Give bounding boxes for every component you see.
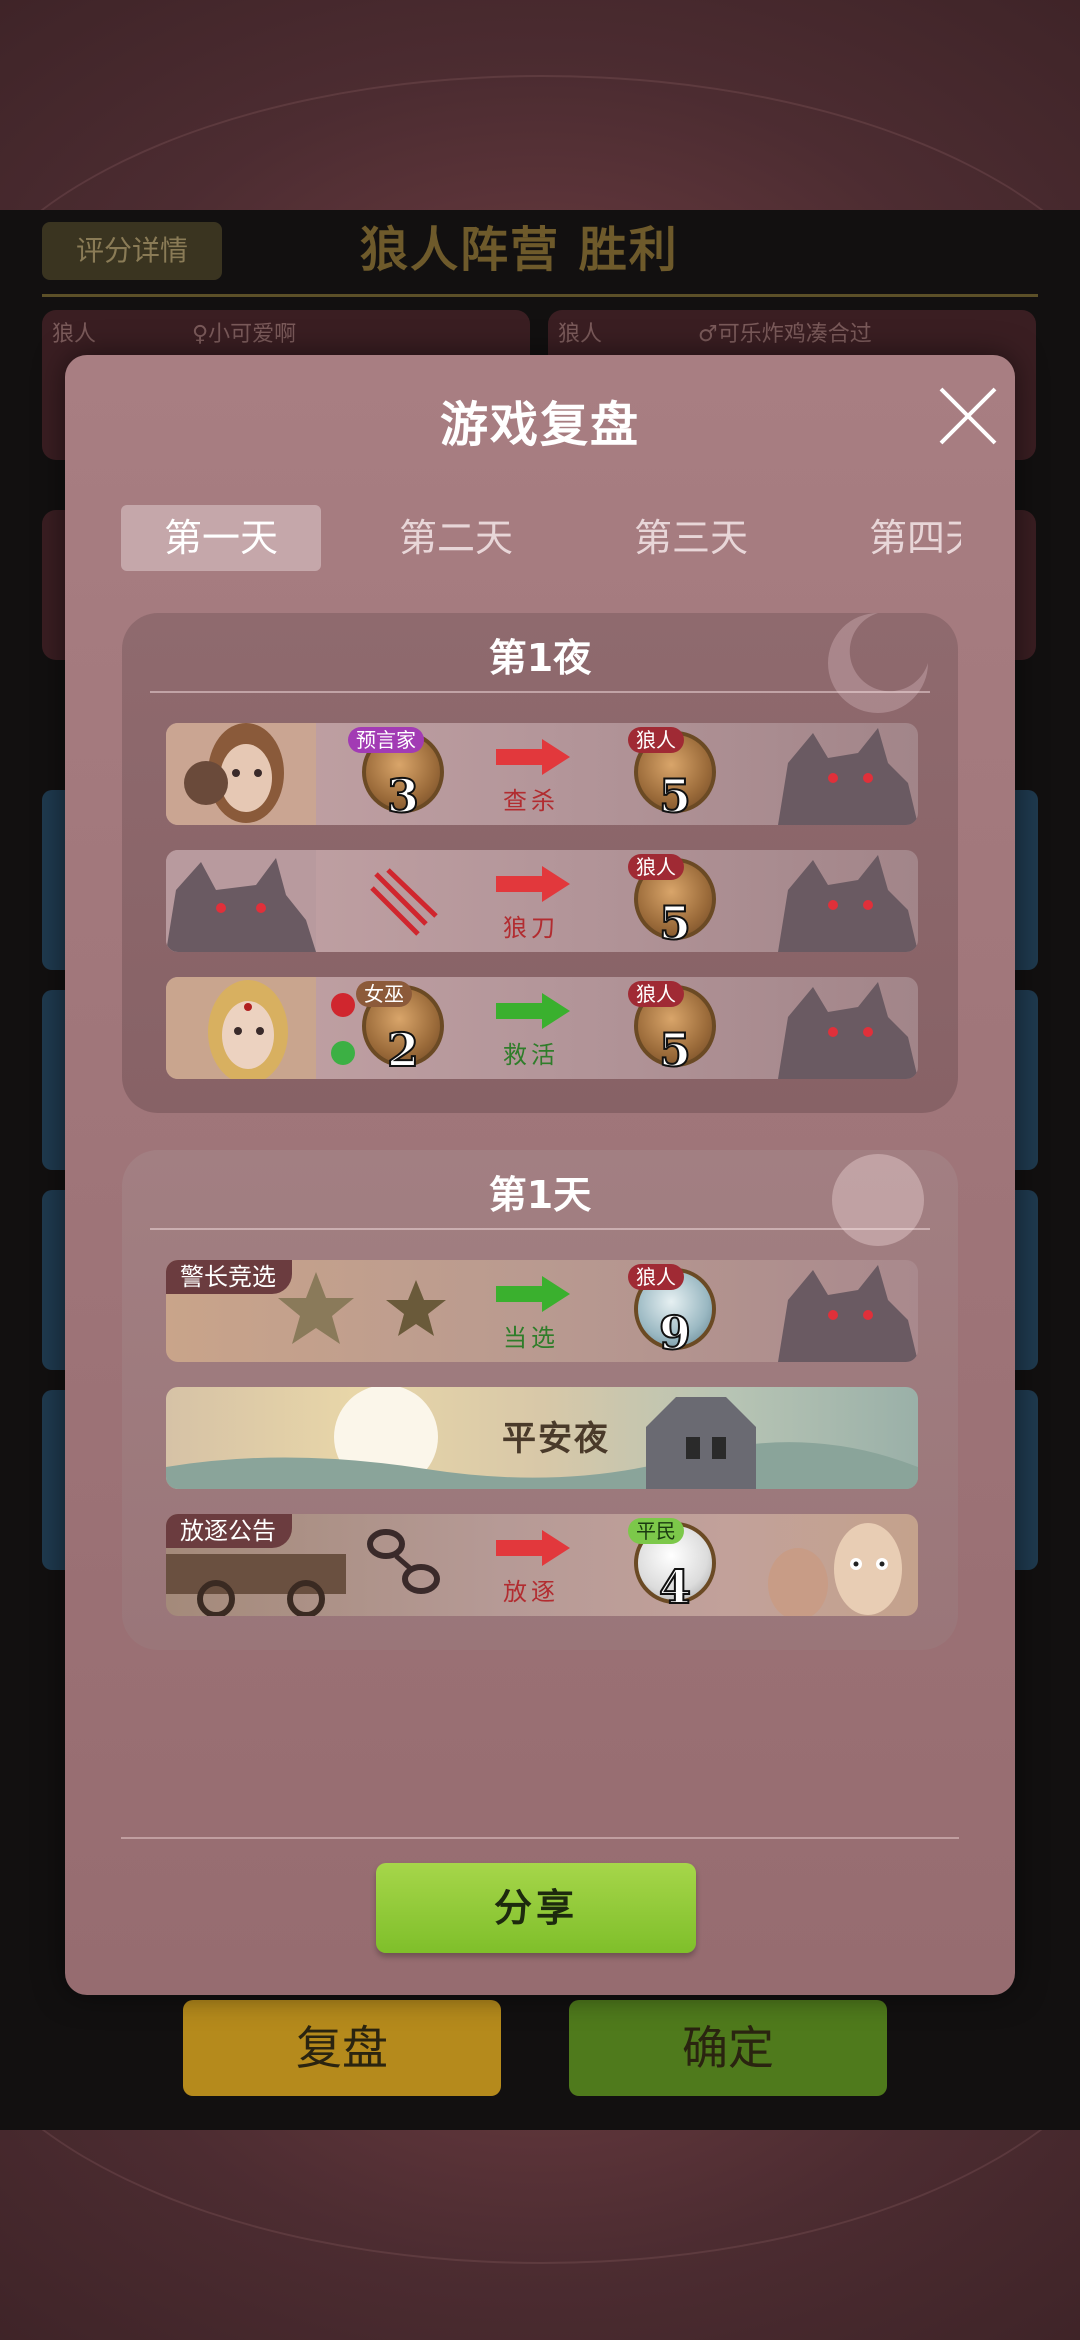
player-number: 4 <box>658 1559 692 1615</box>
role-badge: 狼人 <box>628 981 684 1007</box>
arrow-right-icon <box>496 1276 570 1312</box>
role-tag: 狼人 <box>558 322 603 347</box>
player-number: 5 <box>658 1022 692 1078</box>
arrow-right-icon <box>496 1530 570 1566</box>
arrow-right-icon <box>496 993 570 1029</box>
role-badge: 狼人 <box>628 854 684 880</box>
werewolf-portrait-icon <box>778 982 918 1079</box>
villager-portrait-icon <box>768 1523 902 1616</box>
bottom-backdrop <box>0 2130 1080 2340</box>
review-button[interactable]: 复盘 <box>183 2000 501 2096</box>
divider <box>42 294 1038 297</box>
action-label: 放逐 <box>503 1578 559 1606</box>
claw-scratch-icon <box>370 868 438 936</box>
top-backdrop <box>0 0 1080 679</box>
potion-icon <box>331 993 355 1065</box>
arrow-right-icon <box>496 739 570 775</box>
werewolf-portrait-icon <box>166 850 316 952</box>
player-name: ♀小可爱啊 <box>192 322 297 347</box>
tab-day-1[interactable]: 第一天 <box>121 505 321 571</box>
event-tag: 警长竞选 <box>166 1260 292 1294</box>
modal-title: 游戏复盘 <box>439 397 640 453</box>
role-badge: 狼人 <box>628 727 684 753</box>
event-row-wolf-kill: 狼刀 5 狼人 <box>166 850 918 952</box>
action-label: 救活 <box>503 1041 559 1069</box>
werewolf-portrait-icon <box>778 728 918 825</box>
player-name: ♂可乐炸鸡凑合过 <box>698 322 872 347</box>
event-row-witch-save: 2 女巫 救活 5 狼人 <box>166 977 918 1079</box>
event-row-seer-check: 3 预言家 查杀 5 狼人 <box>166 723 918 825</box>
night-section: 第1夜 3 预言家 查杀 5 狼人 狼刀 5 狼人 2 女巫 救活 5 狼人 <box>122 613 958 1113</box>
arrow-right-icon <box>496 866 570 902</box>
event-tag: 放逐公告 <box>166 1514 292 1548</box>
werewolf-portrait-icon <box>778 1265 918 1362</box>
witch-portrait-icon <box>166 977 316 1079</box>
event-row-peaceful-night: 平安夜 <box>166 1387 918 1489</box>
action-label: 当选 <box>503 1324 559 1352</box>
role-badge: 平民 <box>628 1518 684 1544</box>
role-badge: 预言家 <box>348 727 424 753</box>
divider <box>121 1837 959 1839</box>
game-review-modal: 游戏复盘 第一天 第二天 第三天 第四天 第1夜 3 预言家 <box>65 355 1015 1995</box>
close-icon[interactable] <box>935 383 1001 449</box>
action-label: 查杀 <box>503 787 559 815</box>
action-label: 狼刀 <box>503 914 559 942</box>
role-badge: 狼人 <box>628 1264 684 1290</box>
tab-day-2[interactable]: 第二天 <box>356 505 556 571</box>
player-number: 3 <box>386 768 420 824</box>
result-title: 狼人阵营 胜利 <box>360 222 679 278</box>
share-button[interactable]: 分享 <box>376 1863 696 1953</box>
day-section: 第1天 警长竞选 当选 9 狼人 平安夜 放逐公告 放逐 4 平民 <box>122 1150 958 1650</box>
tab-day-4[interactable]: 第四天 <box>826 505 961 571</box>
player-number: 5 <box>658 895 692 951</box>
day-title: 第1天 <box>488 1173 592 1217</box>
peaceful-night-label: 平安夜 <box>502 1419 610 1459</box>
player-number: 2 <box>386 1022 420 1078</box>
role-tag: 狼人 <box>52 322 97 347</box>
rating-details-button[interactable]: 评分详情 <box>42 222 222 280</box>
night-title: 第1夜 <box>488 636 592 680</box>
player-number: 9 <box>658 1305 692 1361</box>
tab-day-3[interactable]: 第三天 <box>591 505 791 571</box>
event-row-sheriff-election: 警长竞选 当选 9 狼人 <box>166 1260 918 1362</box>
divider <box>150 1228 930 1230</box>
werewolf-portrait-icon <box>778 855 918 952</box>
day-tabs: 第一天 第二天 第三天 第四天 <box>121 505 961 571</box>
seer-portrait-icon <box>166 723 316 825</box>
role-badge: 女巫 <box>356 981 412 1007</box>
event-row-exile: 放逐公告 放逐 4 平民 <box>166 1514 918 1616</box>
divider <box>150 691 930 693</box>
player-number: 5 <box>658 768 692 824</box>
confirm-button[interactable]: 确定 <box>569 2000 887 2096</box>
